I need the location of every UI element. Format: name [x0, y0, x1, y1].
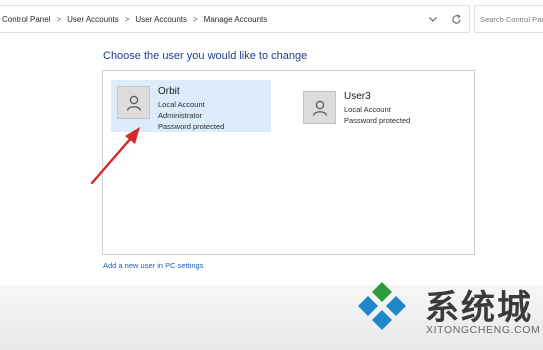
breadcrumb-user-accounts-2[interactable]: User Accounts — [133, 15, 189, 24]
user-name: User3 — [344, 91, 371, 102]
account-role: Administrator — [158, 111, 203, 120]
breadcrumb: Control Panel > User Accounts > User Acc… — [0, 6, 269, 32]
user-tile-orbit[interactable]: Orbit Local Account Administrator Passwo… — [111, 80, 271, 132]
user-avatar-icon — [117, 86, 150, 119]
breadcrumb-separator-icon: > — [124, 14, 130, 24]
user-name: Orbit — [158, 86, 180, 97]
watermark-subtext: XITONGCHENG.COM — [426, 324, 541, 336]
site-watermark: 系统城 XITONGCHENG.COM — [350, 276, 543, 346]
user-tile-user3[interactable]: User3 Local Account Password protected — [297, 85, 447, 129]
refresh-icon[interactable] — [449, 12, 463, 26]
search-input[interactable]: Search Control Panel — [474, 5, 543, 33]
account-type: Local Account — [344, 105, 391, 114]
search-placeholder: Search Control Panel — [480, 14, 543, 24]
add-user-link[interactable]: Add a new user in PC settings — [103, 261, 203, 270]
page-title: Choose the user you would like to change — [103, 50, 308, 62]
address-bar[interactable]: Control Panel > User Accounts > User Acc… — [0, 5, 470, 33]
breadcrumb-control-panel[interactable]: Control Panel — [0, 15, 52, 24]
user-avatar-icon — [303, 91, 336, 124]
account-type: Local Account — [158, 100, 205, 109]
watermark-logo-icon — [358, 282, 406, 330]
breadcrumb-separator-icon: > — [56, 14, 62, 24]
password-status: Password protected — [344, 116, 411, 125]
breadcrumb-manage-accounts[interactable]: Manage Accounts — [202, 15, 270, 24]
breadcrumb-user-accounts-1[interactable]: User Accounts — [65, 15, 121, 24]
user-list-panel: Orbit Local Account Administrator Passwo… — [102, 70, 475, 255]
breadcrumb-separator-icon: > — [192, 14, 198, 24]
watermark-text: 系统城 — [425, 288, 533, 328]
chevron-down-icon[interactable] — [426, 12, 440, 26]
password-status: Password protected — [158, 122, 225, 131]
